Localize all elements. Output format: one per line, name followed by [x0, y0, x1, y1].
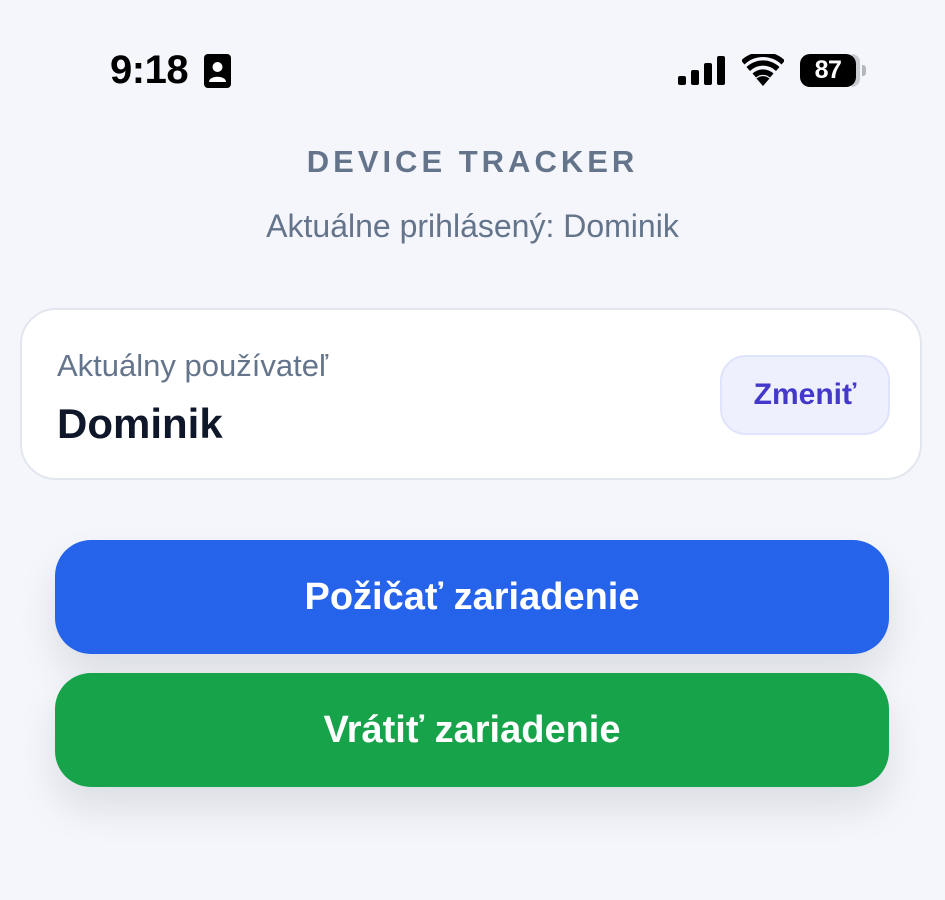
status-bar: 9:18 87	[0, 0, 945, 140]
status-time: 9:18	[110, 48, 189, 92]
current-user-label: Aktuálny používateľ	[57, 348, 328, 383]
current-user-name: Dominik	[57, 400, 223, 447]
return-device-button[interactable]: Vrátiť zariadenie	[55, 673, 889, 787]
contact-card-icon	[204, 54, 231, 88]
wifi-icon	[742, 54, 784, 86]
app-title: DEVICE TRACKER	[306, 144, 639, 179]
borrow-device-button[interactable]: Požičať zariadenie	[55, 540, 889, 654]
battery-level: 87	[800, 54, 856, 87]
cellular-signal-icon	[678, 56, 725, 85]
current-user-card: Aktuálny používateľ Dominik Zmeniť	[20, 308, 922, 480]
logged-in-user-text: Aktuálne prihlásený: Dominik	[266, 208, 679, 244]
change-user-button[interactable]: Zmeniť	[720, 355, 890, 435]
battery-icon: 87	[800, 54, 866, 87]
battery-cap	[862, 65, 866, 76]
